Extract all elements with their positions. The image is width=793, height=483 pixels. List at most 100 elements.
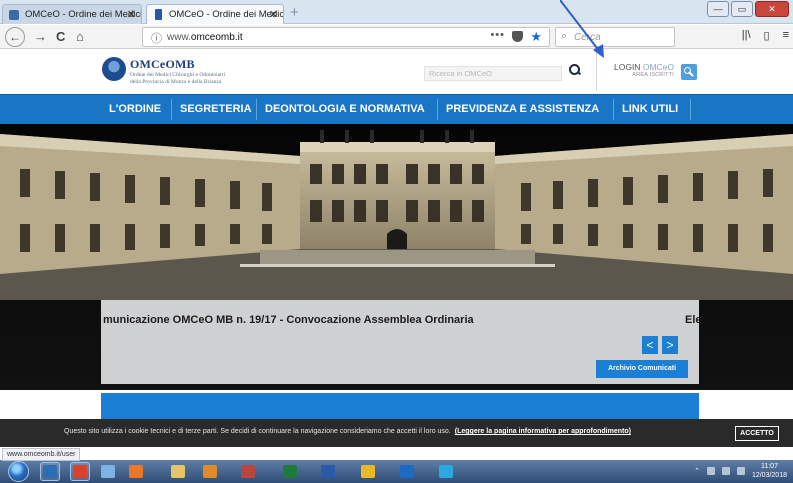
browser-tab[interactable]: OMCeO - Ordine dei Medici Ch ✕ (2, 4, 142, 24)
content-area (0, 390, 793, 419)
skype-like-icon (439, 465, 453, 478)
taskbar-app-media-player[interactable] (70, 462, 90, 481)
windows-taskbar: ⌃ 11:07 12/03/2018 (0, 460, 793, 483)
tool-icon (241, 465, 255, 478)
site-logo[interactable]: OMCeOMB Ordine dei Medici Chirurghi e Od… (130, 57, 240, 85)
tab-title: OMCeO - Ordine dei Medici Ch (25, 9, 142, 20)
taskbar-clock[interactable]: 11:07 12/03/2018 (752, 462, 787, 480)
taskbar-app-tool[interactable] (238, 462, 258, 481)
cookie-info-link[interactable]: (Leggere la pagina informativa per appro… (455, 428, 631, 435)
site-favicon-icon (155, 9, 162, 20)
word-icon (321, 465, 335, 478)
news-slide-title[interactable]: municazione OMCeO MB n. 19/17 - Convocaz… (103, 314, 474, 326)
menu-separator (690, 99, 691, 120)
minimize-button[interactable]: — (707, 1, 729, 17)
menu-separator (256, 99, 257, 120)
taskbar-app-skype-like[interactable] (436, 462, 456, 481)
cookie-accept-button[interactable]: ACCETTO (735, 426, 779, 441)
firefox-icon (129, 465, 143, 478)
site-favicon-icon (9, 10, 19, 20)
close-window-button[interactable]: ✕ (755, 1, 789, 17)
tray-flag-icon[interactable] (706, 467, 715, 475)
paint-icon (101, 465, 115, 478)
explorer-icon (43, 465, 57, 478)
login-label: LOGIN (614, 62, 641, 72)
main-menu: L'ORDINE SEGRETERIA DEONTOLOGIA E NORMAT… (0, 94, 793, 124)
login-brand: OMCeO (642, 62, 674, 72)
login-area-label: AREA ISCRITTI (632, 72, 674, 78)
media-player-icon (73, 465, 87, 478)
taskbar-app-chrome[interactable] (358, 462, 378, 481)
toolbar-right-icons: ||\ ▯ ≡ (742, 29, 789, 42)
forward-button[interactable]: → (34, 27, 47, 47)
page-actions-button[interactable]: ••• (490, 29, 505, 41)
news-slide-next-title[interactable]: Ele (685, 314, 699, 326)
home-button[interactable]: ⌂ (76, 27, 84, 47)
tab-close-icon[interactable]: ✕ (269, 5, 278, 24)
tray-arrow-icon[interactable]: ⌃ (694, 467, 700, 475)
logo-subtitle: Ordine dei Medici Chirurghi e Odontoiatr… (130, 72, 226, 78)
folder-icon (171, 465, 185, 478)
clock-date: 12/03/2018 (751, 472, 787, 479)
reload-button[interactable]: C (56, 27, 65, 47)
system-tray: ⌃ 11:07 12/03/2018 (694, 462, 787, 480)
menu-separator (171, 99, 172, 120)
cookie-banner: Questo sito utilizza i cookie tecnici e … (0, 419, 793, 447)
menu-item-ordine[interactable]: L'ORDINE (103, 95, 167, 124)
slider-next-button[interactable]: > (662, 336, 678, 354)
logo-subtitle: della Provincia di Monza e della Brianza (130, 78, 222, 85)
search-placeholder: Cerca (574, 32, 601, 43)
info-icon[interactable]: ⓘ (151, 30, 162, 46)
address-url: www.omceomb.it (167, 32, 243, 43)
taskbar-app-outlook[interactable] (397, 462, 417, 481)
menu-icon[interactable]: ≡ (783, 29, 789, 42)
taskbar-app-paint[interactable] (98, 462, 118, 481)
menu-separator (437, 99, 438, 120)
logo-name: OMCeOMB (130, 57, 195, 71)
site-search-input[interactable]: Ricerca in OMCeO (424, 66, 562, 81)
content-blue-banner (101, 393, 699, 419)
cookie-text: Questo sito utilizza i cookie tecnici e … (64, 428, 631, 435)
status-bar-url: www.omceomb.it/user (2, 448, 81, 461)
outlook-icon (400, 465, 414, 478)
site-search-placeholder: Ricerca in OMCeO (429, 69, 492, 78)
new-tab-button[interactable]: + (290, 4, 299, 22)
header-divider (596, 53, 597, 91)
browser-toolbar: ← → C ⌂ ⓘ www.omceomb.it ••• ★ ⌕ Cerca |… (0, 25, 793, 49)
menu-separator (613, 99, 614, 120)
pocket-icon[interactable] (512, 31, 523, 42)
library-icon[interactable]: ||\ (742, 29, 751, 42)
browser-tab-active[interactable]: OMCeO - Ordine dei Medici Ch ✕ (146, 4, 284, 24)
hero-slider: municazione OMCeO MB n. 19/17 - Convocaz… (0, 124, 793, 390)
bookmark-star-icon[interactable]: ★ (530, 29, 542, 45)
slider-prev-button[interactable]: < (642, 336, 658, 354)
maximize-button[interactable]: ▭ (731, 1, 753, 17)
site-header: OMCeOMB Ordine dei Medici Chirurghi e Od… (0, 50, 793, 94)
taskbar-app-explorer[interactable] (40, 462, 60, 481)
logo-emblem-icon[interactable] (102, 57, 126, 81)
address-bar[interactable]: ⓘ www.omceomb.it ••• ★ (142, 27, 550, 47)
tray-volume-icon[interactable] (736, 467, 745, 475)
browser-search-input[interactable]: ⌕ Cerca (555, 27, 675, 47)
taskbar-app-folder[interactable] (168, 462, 188, 481)
tab-title: OMCeO - Ordine dei Medici Ch (169, 9, 284, 20)
tray-network-icon[interactable] (721, 467, 730, 475)
menu-item-link-utili[interactable]: LINK UTILI (616, 95, 684, 124)
back-button[interactable]: ← (5, 27, 25, 47)
login-key-icon[interactable] (681, 64, 697, 80)
tab-close-icon[interactable]: ✕ (127, 5, 136, 24)
archive-communications-button[interactable]: Archivio Comunicati (596, 360, 688, 378)
browser-tab-strip: OMCeO - Ordine dei Medici Ch ✕ OMCeO - O… (0, 0, 793, 24)
login-link[interactable]: LOGIN OMCeO AREA ISCRITTI (608, 62, 674, 79)
taskbar-app-outlook-calendar[interactable] (200, 462, 220, 481)
taskbar-app-excel[interactable] (280, 462, 300, 481)
taskbar-app-firefox[interactable] (126, 462, 146, 481)
sidebar-icon[interactable]: ▯ (764, 29, 770, 42)
search-icon[interactable] (568, 63, 582, 77)
start-button[interactable] (8, 461, 29, 482)
taskbar-app-word[interactable] (318, 462, 338, 481)
menu-item-deontologia[interactable]: DEONTOLOGIA E NORMATIVA (259, 95, 431, 124)
menu-item-previdenza[interactable]: PREVIDENZA E ASSISTENZA (440, 95, 605, 124)
menu-item-segreteria[interactable]: SEGRETERIA (174, 95, 258, 124)
search-icon: ⌕ (561, 30, 568, 42)
